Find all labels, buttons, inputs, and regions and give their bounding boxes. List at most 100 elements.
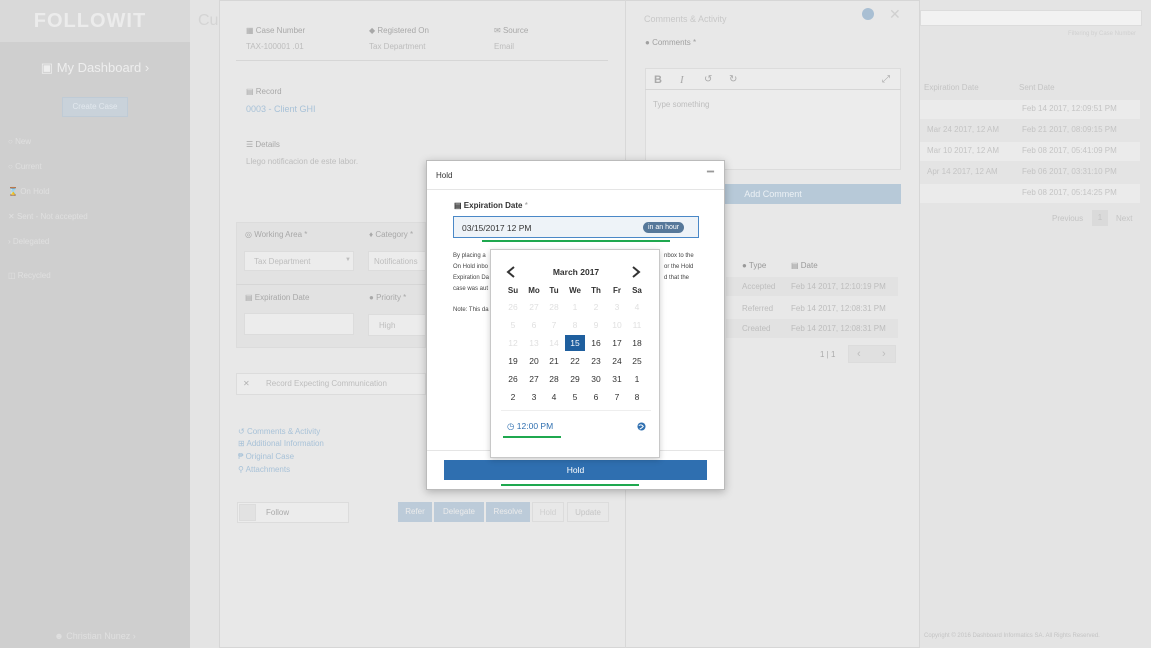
weekday-header: Mo xyxy=(528,286,540,295)
sidebar-item-current[interactable]: ○ Current xyxy=(8,162,42,171)
calendar-day[interactable]: 28 xyxy=(544,299,564,315)
calendar-day[interactable]: 3 xyxy=(607,299,627,315)
link-additional-information[interactable]: ⊞ Additional Information xyxy=(238,439,324,448)
calendar-day[interactable]: 17 xyxy=(607,335,627,351)
calendar-day[interactable]: 8 xyxy=(565,317,585,333)
expand-icon[interactable]: ⤢ xyxy=(882,74,890,85)
sidebar-item-label: On Hold xyxy=(20,187,50,196)
cell-sent: Feb 08 2017, 05:14:25 PM xyxy=(1022,188,1117,197)
italic-icon[interactable]: I xyxy=(680,74,684,86)
sidebar-item-recycled[interactable]: ◫ Recycled xyxy=(8,271,51,280)
calendar-day[interactable]: 21 xyxy=(544,353,564,369)
calendar-day[interactable]: 30 xyxy=(586,371,606,387)
expiration-date-input[interactable]: 03/15/2017 12 PM in an hour xyxy=(453,216,699,238)
undo-icon[interactable]: ↺ xyxy=(704,74,712,85)
background-search-input[interactable] xyxy=(920,10,1142,26)
record-link[interactable]: 0003 - Client GHI xyxy=(246,104,316,114)
calendar-day[interactable]: 7 xyxy=(607,389,627,405)
calendar-day[interactable]: 2 xyxy=(586,299,606,315)
sidebar-item-delegated[interactable]: › Delegated xyxy=(8,237,49,246)
user-menu[interactable]: ☻ Christian Nunez › xyxy=(0,631,190,641)
calendar-day[interactable]: 26 xyxy=(503,299,523,315)
calendar-day[interactable]: 9 xyxy=(586,317,606,333)
hold-button[interactable]: Hold xyxy=(444,460,707,480)
minimize-icon[interactable] xyxy=(706,167,715,176)
calendar-day[interactable]: 5 xyxy=(565,389,585,405)
calendar-day[interactable]: 8 xyxy=(627,389,647,405)
source-label: ✉ Source xyxy=(494,26,529,35)
column-header-expiration[interactable]: Expiration Date xyxy=(924,83,979,92)
link-comments-activity[interactable]: ↺ Comments & Activity xyxy=(238,427,320,436)
calendar-day[interactable]: 16 xyxy=(586,335,606,351)
cell-sent: Feb 14 2017, 12:09:51 PM xyxy=(1022,104,1117,113)
activity-type-header[interactable]: ● Type xyxy=(742,261,766,270)
time-toggle[interactable]: ◷ 12:00 PM xyxy=(507,421,553,432)
calendar-day-selected[interactable]: 15 xyxy=(565,335,585,351)
weekday-header: Fr xyxy=(613,286,621,295)
calendar-day[interactable]: 18 xyxy=(627,335,647,351)
calendar-day[interactable]: 7 xyxy=(544,317,564,333)
follow-checkbox[interactable] xyxy=(239,504,256,521)
calendar-day[interactable]: 5 xyxy=(503,317,523,333)
update-button[interactable]: Update xyxy=(567,502,609,522)
bold-icon[interactable]: B xyxy=(654,74,662,86)
cell-expiration: Mar 10 2017, 12 AM xyxy=(927,146,1000,155)
calendar-day[interactable]: 22 xyxy=(565,353,585,369)
calendar-day[interactable]: 2 xyxy=(503,389,523,405)
weekday-header: Th xyxy=(591,286,601,295)
info-icon[interactable] xyxy=(862,8,874,20)
calendar-day[interactable]: 11 xyxy=(627,317,647,333)
chevron-left-icon[interactable]: ‹ xyxy=(857,348,861,360)
pagination-next[interactable]: Next xyxy=(1116,214,1132,223)
calendar-day[interactable]: 6 xyxy=(586,389,606,405)
sidebar-item-new[interactable]: ○ New xyxy=(8,137,31,146)
calendar-day[interactable]: 31 xyxy=(607,371,627,387)
activity-date-header[interactable]: ▤ Date xyxy=(791,261,818,270)
calendar-day[interactable]: 1 xyxy=(565,299,585,315)
calendar-day[interactable]: 1 xyxy=(627,371,647,387)
calendar-day[interactable]: 29 xyxy=(565,371,585,387)
pagination-page[interactable]: 1 xyxy=(1092,210,1108,226)
calendar-day[interactable]: 13 xyxy=(524,335,544,351)
calendar-day[interactable]: 10 xyxy=(607,317,627,333)
calendar-day[interactable]: 27 xyxy=(524,299,544,315)
calendar-day[interactable]: 3 xyxy=(524,389,544,405)
calendar-day[interactable]: 20 xyxy=(524,353,544,369)
close-icon[interactable]: ✕ xyxy=(889,6,901,23)
link-original-case[interactable]: ₱ Original Case xyxy=(238,452,294,461)
hold-description: By placing a xyxy=(453,253,486,259)
create-case-button[interactable]: Create Case xyxy=(62,97,128,117)
chevron-right-icon[interactable] xyxy=(631,266,641,278)
calendar-day[interactable]: 4 xyxy=(544,389,564,405)
priority-select[interactable] xyxy=(368,314,426,336)
chevron-right-icon[interactable]: › xyxy=(882,348,886,360)
calendar-day[interactable]: 28 xyxy=(544,371,564,387)
calendar-day[interactable]: 19 xyxy=(503,353,523,369)
refer-button[interactable]: Refer xyxy=(398,502,432,522)
sidebar-item-sent-not-accepted[interactable]: ✕ Sent - Not accepted xyxy=(8,212,88,221)
calendar-day[interactable]: 26 xyxy=(503,371,523,387)
expiration-input[interactable] xyxy=(244,313,354,335)
redo-icon[interactable]: ↻ xyxy=(729,74,737,85)
delegate-button[interactable]: Delegate xyxy=(434,502,484,522)
hold-action-button[interactable]: Hold xyxy=(532,502,564,522)
calendar-day[interactable]: 4 xyxy=(627,299,647,315)
close-icon[interactable]: ✕ xyxy=(243,379,250,388)
calendar-day[interactable]: 14 xyxy=(544,335,564,351)
globe-icon[interactable] xyxy=(637,422,646,431)
pagination-previous[interactable]: Previous xyxy=(1052,214,1083,223)
calendar-day[interactable]: 6 xyxy=(524,317,544,333)
dialog-title: Hold xyxy=(436,171,453,180)
sidebar-item-on-hold[interactable]: ⌛ On Hold xyxy=(8,187,50,196)
calendar-day[interactable]: 27 xyxy=(524,371,544,387)
calendar-day[interactable]: 23 xyxy=(586,353,606,369)
calendar-day[interactable]: 25 xyxy=(627,353,647,369)
link-attachments[interactable]: ⚲ Attachments xyxy=(238,465,290,474)
calendar-day[interactable]: 12 xyxy=(503,335,523,351)
activity-pages: 1 | 1 xyxy=(820,350,836,359)
resolve-button[interactable]: Resolve xyxy=(486,502,530,522)
calendar-day[interactable]: 24 xyxy=(607,353,627,369)
column-header-sent[interactable]: Sent Date xyxy=(1019,83,1055,92)
weekday-header: Tu xyxy=(549,286,559,295)
dashboard-link[interactable]: ▣ My Dashboard › xyxy=(0,60,190,76)
